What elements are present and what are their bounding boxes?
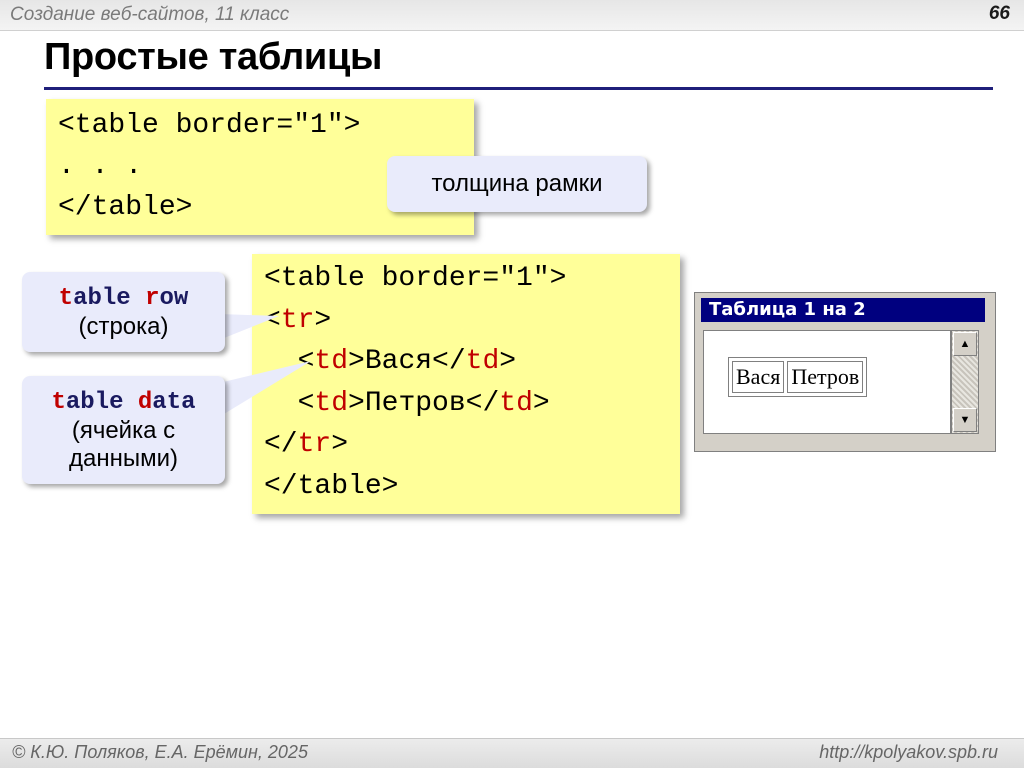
title-rule — [44, 87, 993, 90]
scroll-down-icon[interactable]: ▼ — [953, 408, 977, 432]
code-line-td-2: <td>Петров</td> — [264, 387, 550, 419]
browser-window-preview: Таблица 1 на 2 Вася Петров ▲ ▼ — [694, 292, 996, 452]
page-number: 66 — [988, 3, 1010, 24]
callout-table-row: table row (строка) — [22, 272, 225, 352]
callout-row-term: table row — [58, 285, 189, 312]
callout-table-data: table data (ячейка с данными) — [22, 376, 225, 484]
code-line-tr-close: </tr> — [264, 429, 349, 460]
header-band: Создание веб-сайтов, 11 класс 66 — [0, 0, 1024, 31]
code-line: <table border="1"> — [58, 110, 361, 141]
footer-link[interactable]: http://kpolyakov.spb.ru — [819, 742, 998, 763]
footer-copyright: © К.Ю. Поляков, Е.А. Ерёмин, 2025 — [12, 742, 308, 762]
code-line-td-1: <td>Вася</td> — [264, 346, 517, 377]
table-cell: Вася — [732, 361, 785, 393]
vertical-scrollbar[interactable]: ▲ ▼ — [951, 330, 979, 434]
course-subtitle: Создание веб-сайтов, 11 класс — [10, 4, 290, 25]
code-line-tr-open: <tr> — [264, 304, 332, 336]
table-cell: Петров — [787, 361, 864, 393]
browser-viewport: Вася Петров — [703, 330, 951, 434]
callout-row-translation: (строка) — [78, 313, 169, 340]
callout-pointer-data — [219, 361, 311, 417]
callout-data-line: данными) — [68, 445, 178, 472]
callout-data-term: table data — [51, 389, 196, 416]
slide-title: Простые таблицы — [44, 36, 383, 78]
scroll-up-icon[interactable]: ▲ — [953, 332, 977, 356]
footer: © К.Ю. Поляков, Е.А. Ерёмин, 2025 http:/… — [0, 738, 1024, 768]
rendered-table: Вася Петров — [728, 357, 868, 397]
code-line: </table> — [264, 470, 399, 502]
callout-border-thickness: толщина рамки — [387, 156, 647, 212]
code-line: <table border="1"> — [264, 263, 567, 294]
callout-data-line: (ячейка с — [71, 417, 176, 444]
code-block-table-example: <table border="1"> <tr> <td>Вася</td> <t… — [252, 254, 680, 514]
callout-pointer-row — [219, 314, 279, 340]
browser-title-bar: Таблица 1 на 2 — [701, 298, 985, 322]
table-row: Вася Петров — [732, 361, 864, 393]
